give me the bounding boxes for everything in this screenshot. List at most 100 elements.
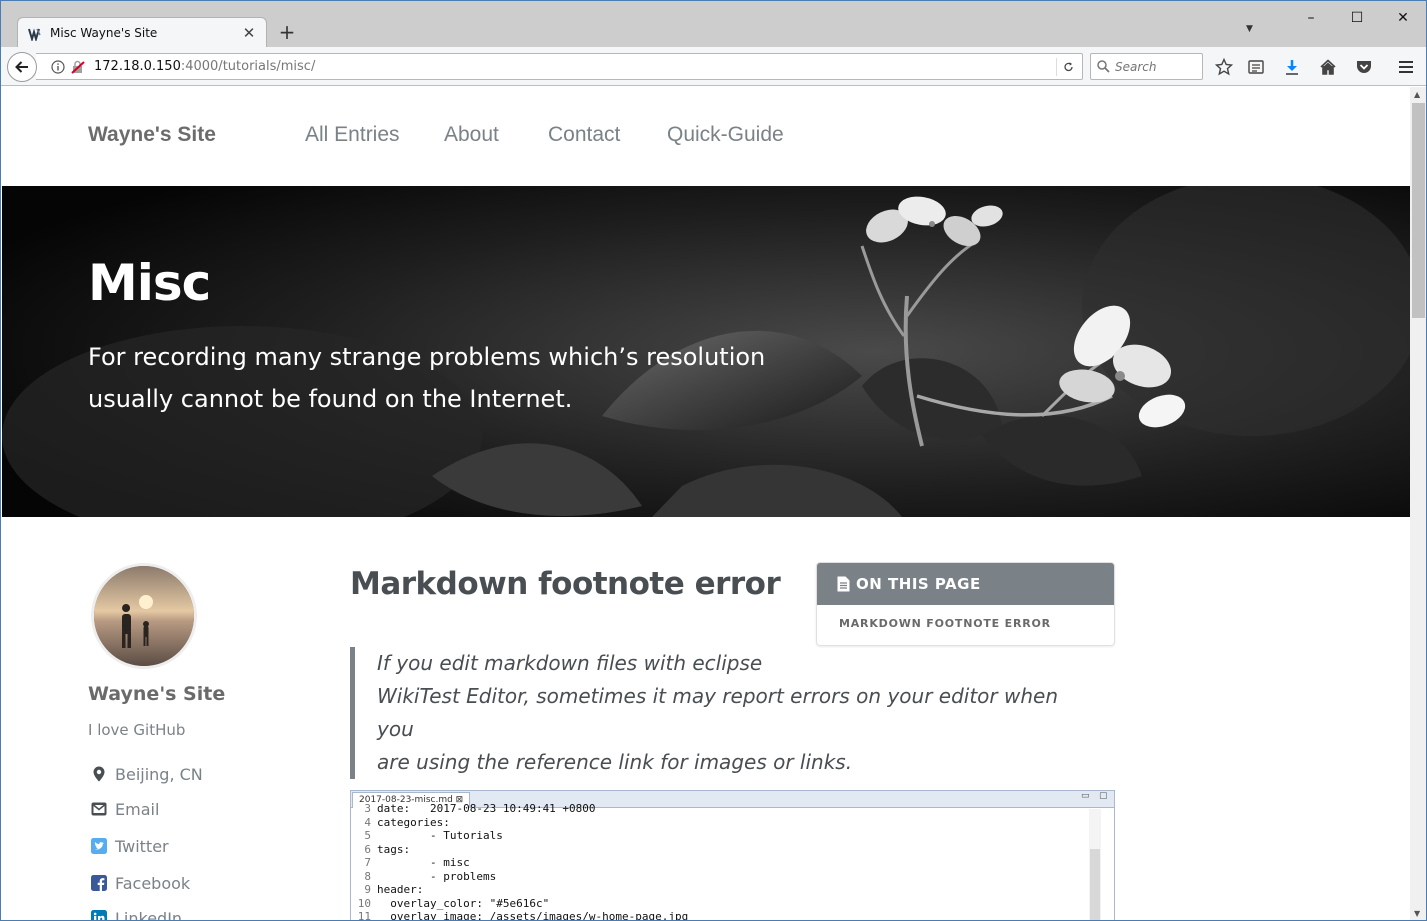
file-text-icon	[837, 576, 850, 592]
url-path: :4000/tutorials/misc/	[180, 59, 316, 74]
page-title: Misc	[88, 254, 211, 312]
reading-list-icon[interactable]	[1246, 57, 1266, 77]
navigation-toolbar: 172.18.0.150:4000/tutorials/misc/	[1, 47, 1426, 86]
author-email-link[interactable]: Email	[90, 798, 159, 820]
menu-hamburger-icon[interactable]	[1396, 57, 1416, 77]
author-name: Wayne's Site	[88, 683, 226, 705]
scroll-up-arrow-icon[interactable]: ▲	[1414, 90, 1420, 99]
page-viewport: Wayne's Site All Entries About Contact Q…	[2, 87, 1410, 921]
line-number: 11	[357, 910, 371, 921]
line-number: 5	[364, 829, 371, 842]
browser-window: Misc Wayne's Site ✕ + ▼ – ☐ ✕ 172.18.0.1…	[0, 0, 1427, 921]
code-line: 9 header:	[351, 883, 1114, 897]
author-facebook-link[interactable]: Facebook	[90, 872, 190, 894]
bookmark-star-icon[interactable]	[1214, 57, 1234, 77]
tab-close-icon[interactable]: ✕	[240, 24, 258, 42]
home-icon[interactable]	[1318, 57, 1338, 77]
editor-screenshot-image: 2017-08-23-misc.md ⊠ ▭ ▢ 3 date: 2017-08-…	[350, 790, 1115, 921]
minimize-button[interactable]: –	[1288, 5, 1334, 31]
code-line: 3 date: 2017-08-23 10:49:41 +0800	[351, 802, 1114, 816]
line-number: 10	[357, 896, 371, 910]
code-line: 5 - Tutorials	[351, 829, 1114, 843]
tab-title: Misc Wayne's Site	[50, 26, 158, 40]
tab-list-dropdown-icon[interactable]: ▼	[1246, 24, 1253, 34]
facebook-icon	[90, 875, 107, 892]
author-location: Beijing, CN	[90, 763, 203, 785]
url-host: 172.18.0.150	[94, 59, 181, 74]
editor-scroll-thumb	[1090, 849, 1100, 920]
author-twitter-label: Twitter	[115, 836, 169, 856]
quote-line: If you edit markdown files with eclipse	[377, 651, 763, 675]
toc-title: ON THIS PAGE	[856, 575, 981, 593]
site-info-icon[interactable]	[50, 59, 66, 75]
code-line: 6 tags:	[351, 843, 1114, 857]
author-facebook-label: Facebook	[115, 873, 191, 893]
close-window-button[interactable]: ✕	[1380, 5, 1426, 31]
site-masthead: Wayne's Site All Entries About Contact Q…	[2, 87, 1410, 186]
editor-maximize-icon: ▢	[1099, 791, 1108, 801]
browser-tab[interactable]: Misc Wayne's Site ✕	[17, 17, 267, 48]
code-text: - misc	[377, 856, 470, 869]
back-button[interactable]	[7, 52, 37, 82]
page-scrollbar[interactable]: ▲ ▼	[1410, 87, 1426, 920]
nav-link-quick-guide[interactable]: Quick-Guide	[667, 123, 784, 147]
url-text[interactable]: 172.18.0.150:4000/tutorials/misc/	[94, 59, 315, 74]
scroll-thumb[interactable]	[1412, 103, 1425, 318]
new-tab-button[interactable]: +	[275, 20, 299, 44]
back-arrow-icon	[15, 61, 28, 73]
post-title: Markdown footnote error	[350, 566, 781, 602]
quote-line: are using the reference link for images …	[377, 750, 853, 774]
line-number: 3	[364, 802, 371, 815]
code-text: header:	[377, 883, 424, 896]
line-number: 7	[364, 856, 371, 869]
scroll-down-arrow-icon[interactable]: ▼	[1414, 909, 1420, 918]
quote-line: WikiTest Editor, sometimes it may report…	[377, 684, 1058, 741]
nav-link-contact[interactable]: Contact	[548, 123, 620, 147]
site-favicon-icon	[28, 26, 42, 43]
code-line: 8 - problems	[351, 870, 1114, 884]
author-avatar	[91, 563, 197, 669]
table-of-contents: ON THIS PAGE MARKDOWN FOOTNOTE ERROR	[816, 562, 1115, 646]
line-number: 9	[364, 883, 371, 896]
insecure-lock-icon[interactable]	[70, 59, 86, 75]
editor-scrollbar	[1089, 809, 1101, 920]
code-text: date: 2017-08-23 10:49:41 +0800	[377, 802, 596, 815]
author-twitter-link[interactable]: Twitter	[90, 835, 169, 857]
code-line: 7 - misc	[351, 856, 1114, 870]
linkedin-icon	[90, 910, 107, 920]
code-text: - Tutorials	[377, 829, 503, 842]
page-hero: Misc For recording many strange problems…	[2, 186, 1410, 517]
search-input[interactable]	[1115, 59, 1195, 74]
code-line: 11 overlay_image: /assets/images/w-home-…	[351, 910, 1114, 921]
author-linkedin-link[interactable]: LinkedIn	[90, 907, 183, 921]
tab-strip: Misc Wayne's Site ✕ + ▼ – ☐ ✕	[1, 1, 1426, 48]
url-bar[interactable]: 172.18.0.150:4000/tutorials/misc/	[36, 53, 1083, 80]
nav-link-about[interactable]: About	[444, 123, 499, 147]
code-text: overlay_image: /assets/images/w-home-pag…	[377, 910, 689, 921]
author-email-label: Email	[115, 799, 160, 819]
line-number: 8	[364, 869, 371, 883]
pocket-icon[interactable]	[1354, 57, 1374, 77]
twitter-icon	[90, 838, 107, 855]
line-number: 4	[364, 815, 371, 829]
code-line: 10 overlay_color: "#5e616c"	[351, 897, 1114, 911]
map-marker-icon	[90, 766, 107, 783]
search-icon	[1097, 60, 1110, 73]
code-text: overlay_color: "#5e616c"	[377, 896, 550, 910]
post-blockquote: If you edit markdown files with eclipse …	[350, 647, 1090, 779]
maximize-button[interactable]: ☐	[1334, 5, 1380, 31]
author-linkedin-label: LinkedIn	[115, 908, 183, 921]
code-text: - problems	[377, 869, 497, 883]
code-line: 4 categories:	[351, 816, 1114, 830]
toc-link-markdown-footnote-error[interactable]: MARKDOWN FOOTNOTE ERROR	[817, 605, 1114, 630]
author-bio: I love GitHub	[88, 721, 186, 739]
author-location-label: Beijing, CN	[115, 764, 203, 784]
reload-icon[interactable]	[1056, 58, 1074, 76]
site-title-link[interactable]: Wayne's Site	[88, 123, 216, 147]
code-text: tags:	[377, 842, 411, 856]
nav-link-all-entries[interactable]: All Entries	[305, 123, 400, 147]
page-excerpt: For recording many strange problems whic…	[88, 343, 766, 413]
code-text: categories:	[377, 815, 450, 829]
downloads-icon[interactable]	[1282, 57, 1302, 77]
search-bar[interactable]	[1090, 53, 1203, 80]
